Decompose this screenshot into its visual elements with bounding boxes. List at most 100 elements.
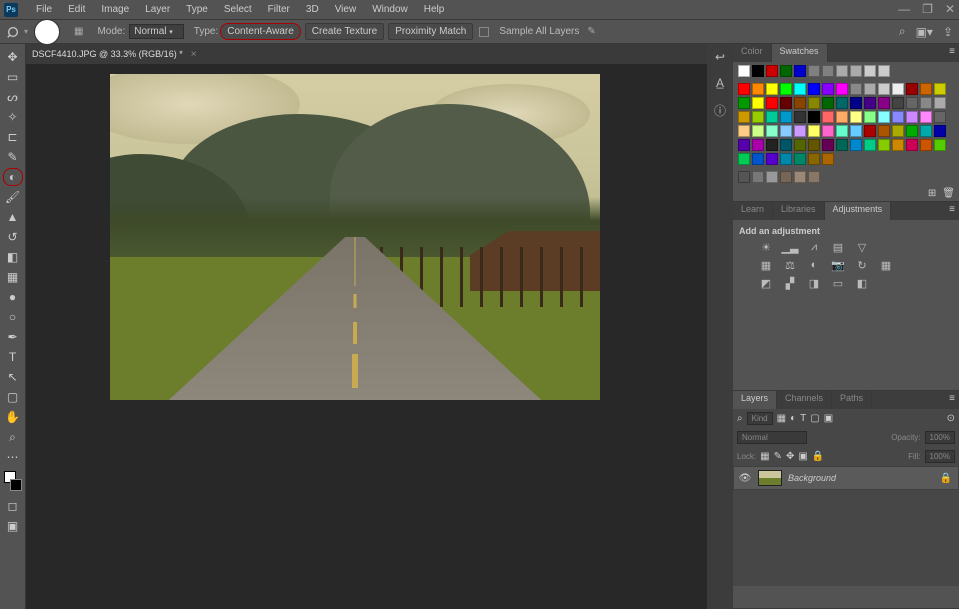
filter-type-icon[interactable]: ⌕: [737, 413, 743, 424]
swatch[interactable]: [864, 111, 876, 123]
curves-icon[interactable]: ⩘: [807, 240, 821, 254]
threshold-icon[interactable]: ◨: [807, 276, 821, 290]
panel-menu-icon[interactable]: ≡: [945, 44, 959, 62]
history-panel-icon[interactable]: ↩: [715, 50, 725, 64]
swatch[interactable]: [934, 97, 946, 109]
menu-type[interactable]: Type: [178, 0, 216, 19]
swatch[interactable]: [822, 125, 834, 137]
new-swatch-icon[interactable]: ⊞: [928, 188, 936, 199]
visibility-toggle-icon[interactable]: 👁: [738, 473, 752, 484]
swatch[interactable]: [808, 139, 820, 151]
swatch[interactable]: [934, 139, 946, 151]
swatch[interactable]: [934, 111, 946, 123]
lock-position-icon[interactable]: ✥: [786, 451, 794, 462]
swatch[interactable]: [794, 153, 806, 165]
menu-3d[interactable]: 3D: [298, 0, 327, 19]
close-icon[interactable]: ✕: [945, 2, 955, 16]
foreground-background-colors[interactable]: [4, 471, 22, 491]
swatch[interactable]: [766, 97, 778, 109]
swatch[interactable]: [906, 111, 918, 123]
brightness-contrast-icon[interactable]: ☀: [759, 240, 773, 254]
vibrance-icon[interactable]: ▽: [855, 240, 869, 254]
swatch[interactable]: [808, 153, 820, 165]
sample-all-checkbox[interactable]: [479, 27, 489, 37]
brush-preview[interactable]: 45: [34, 19, 60, 45]
swatch[interactable]: [850, 125, 862, 137]
swatch[interactable]: [808, 83, 820, 95]
lock-transparency-icon[interactable]: ▦: [760, 451, 769, 462]
move-tool[interactable]: ✥: [3, 48, 23, 66]
rectangle-tool[interactable]: ▢: [3, 388, 23, 406]
swatch[interactable]: [766, 65, 778, 77]
swatch[interactable]: [920, 111, 932, 123]
lasso-tool[interactable]: ᔕ: [3, 88, 23, 106]
filter-kind-select[interactable]: Kind: [747, 412, 773, 425]
swatch[interactable]: [878, 139, 890, 151]
swatch[interactable]: [794, 139, 806, 151]
search-icon[interactable]: ⌕: [899, 24, 906, 39]
swatch[interactable]: [822, 139, 834, 151]
swatch[interactable]: [906, 139, 918, 151]
pen-tool[interactable]: ✒: [3, 328, 23, 346]
swatch[interactable]: [738, 139, 750, 151]
blend-mode-select[interactable]: Normal: [737, 431, 807, 444]
swatch[interactable]: [766, 83, 778, 95]
swatch[interactable]: [878, 97, 890, 109]
swatch[interactable]: [822, 111, 834, 123]
workspace-icon[interactable]: ▣▾: [916, 25, 933, 39]
swatch[interactable]: [822, 153, 834, 165]
swatch[interactable]: [878, 111, 890, 123]
menu-select[interactable]: Select: [216, 0, 260, 19]
color-lookup-icon[interactable]: ▦: [879, 258, 893, 272]
swatch[interactable]: [794, 97, 806, 109]
posterize-icon[interactable]: ▞: [783, 276, 797, 290]
menu-help[interactable]: Help: [416, 0, 453, 19]
swatch[interactable]: [794, 125, 806, 137]
menu-file[interactable]: File: [28, 0, 60, 19]
invert-icon[interactable]: ◩: [759, 276, 773, 290]
swatch[interactable]: [738, 153, 750, 165]
tab-learn[interactable]: Learn: [733, 202, 773, 220]
minimize-icon[interactable]: —: [898, 2, 910, 16]
type-content-aware-button[interactable]: Content-Aware: [220, 23, 301, 40]
gradient-tool[interactable]: ▦: [3, 268, 23, 286]
swatch[interactable]: [864, 65, 876, 77]
eraser-tool[interactable]: ◧: [3, 248, 23, 266]
filter-type-layer-icon[interactable]: T: [800, 413, 806, 424]
background-color[interactable]: [10, 479, 22, 491]
swatch[interactable]: [808, 111, 820, 123]
swatch[interactable]: [766, 153, 778, 165]
path-selection-tool[interactable]: ↖: [3, 368, 23, 386]
delete-swatch-icon[interactable]: 🗑: [942, 188, 955, 199]
swatch[interactable]: [752, 65, 764, 77]
filter-toggle[interactable]: ⊙: [947, 413, 955, 424]
marquee-tool[interactable]: ▭: [3, 68, 23, 86]
swatch[interactable]: [920, 125, 932, 137]
type-create-texture-button[interactable]: Create Texture: [305, 23, 384, 40]
filter-shape-icon[interactable]: ▢: [810, 413, 819, 424]
swatch[interactable]: [850, 139, 862, 151]
swatch[interactable]: [920, 83, 932, 95]
swatch[interactable]: [822, 65, 834, 77]
crop-tool[interactable]: ⊏: [3, 128, 23, 146]
swatch[interactable]: [752, 97, 764, 109]
tab-color[interactable]: Color: [733, 44, 772, 62]
menu-filter[interactable]: Filter: [260, 0, 298, 19]
tab-layers[interactable]: Layers: [733, 391, 777, 409]
swatch[interactable]: [794, 111, 806, 123]
swatch[interactable]: [766, 125, 778, 137]
more-tools[interactable]: ⋯: [3, 448, 23, 466]
lock-image-icon[interactable]: ✎: [774, 451, 782, 462]
tab-swatches[interactable]: Swatches: [772, 44, 828, 62]
swatch[interactable]: [864, 139, 876, 151]
panel-menu-icon[interactable]: ≡: [945, 202, 959, 220]
swatch[interactable]: [836, 65, 848, 77]
document-image[interactable]: [110, 74, 600, 400]
swatch[interactable]: [766, 139, 778, 151]
swatch[interactable]: [738, 171, 750, 183]
swatch[interactable]: [850, 65, 862, 77]
character-panel-icon[interactable]: A̲: [716, 76, 724, 90]
info-panel-icon[interactable]: ⓘ: [714, 102, 726, 119]
swatch[interactable]: [822, 83, 834, 95]
swatch[interactable]: [864, 97, 876, 109]
